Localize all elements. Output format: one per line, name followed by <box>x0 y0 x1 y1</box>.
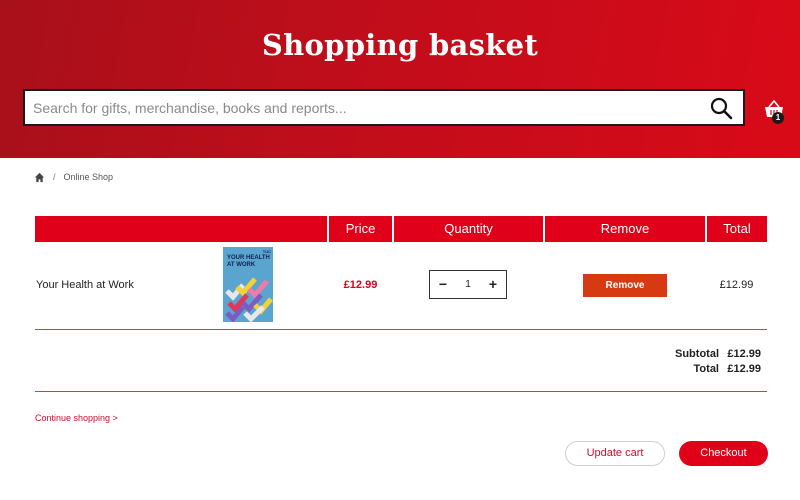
continue-shopping-link[interactable]: Continue shopping > <box>35 413 118 423</box>
subtotal-label: Subtotal <box>675 348 719 360</box>
checkout-button[interactable]: Checkout <box>679 441 768 466</box>
quantity-decrease-button[interactable]: − <box>430 271 456 298</box>
search-input[interactable] <box>33 91 693 124</box>
row-total: £12.99 <box>719 279 754 291</box>
quantity-value[interactable]: 1 <box>456 271 480 298</box>
page-header: Shopping basket 1 <box>0 0 800 158</box>
total-label: Total <box>693 363 719 375</box>
product-title[interactable]: Your Health at Work <box>36 279 134 291</box>
breadcrumb: / Online Shop <box>34 170 113 184</box>
remove-button[interactable]: Remove <box>583 274 667 297</box>
quantity-increase-button[interactable]: + <box>480 271 506 298</box>
total-value: £12.99 <box>727 363 761 375</box>
column-header-product <box>35 216 327 242</box>
column-header-quantity: Quantity <box>394 216 543 242</box>
total-line: Total £12.99 <box>694 363 761 375</box>
subtotal-line: Subtotal £12.99 <box>675 348 761 360</box>
basket-count-badge: 1 <box>772 112 784 124</box>
basket-table-header: Price Quantity Remove Total <box>35 216 767 242</box>
column-header-total: Total <box>707 216 767 242</box>
home-icon[interactable] <box>34 172 45 183</box>
breadcrumb-item-online-shop[interactable]: Online Shop <box>64 172 114 182</box>
update-cart-button[interactable]: Update cart <box>565 441 665 466</box>
divider <box>35 329 767 330</box>
cover-checkmarks-graphic <box>225 277 273 322</box>
product-cover-image[interactable]: TUC YOUR HEALTH AT WORK <box>223 247 273 322</box>
page-title: Shopping basket <box>261 28 539 62</box>
search-icon[interactable] <box>709 96 733 120</box>
product-price: £12.99 <box>343 279 378 291</box>
column-header-price: Price <box>329 216 392 242</box>
subtotal-value: £12.99 <box>727 348 761 360</box>
divider <box>35 391 767 392</box>
breadcrumb-separator: / <box>53 172 56 182</box>
column-header-remove: Remove <box>545 216 705 242</box>
search-bar <box>23 89 745 126</box>
quantity-stepper: − 1 + <box>429 270 507 299</box>
